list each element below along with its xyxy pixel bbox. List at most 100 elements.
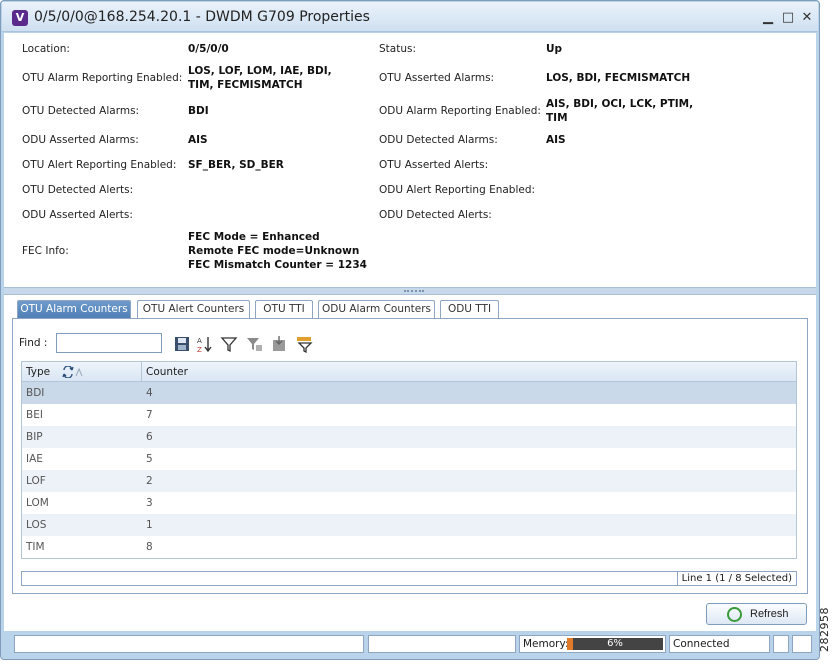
- otu-alarm-reporting-value-1: LOS, LOF, LOM, IAE, BDI,: [188, 65, 332, 77]
- cell-counter: 5: [146, 453, 153, 465]
- counters-table: Type Counter BDI 4 BEI 7 BIP 6 IAE 5 LOF 2 LOM 3 LOS…: [21, 361, 797, 559]
- otu-alarm-reporting-label: OTU Alarm Reporting Enabled:: [22, 72, 183, 84]
- cell-type: LOS: [26, 519, 47, 531]
- table-header: Type Counter: [22, 362, 796, 382]
- location-label: Location:: [22, 43, 70, 55]
- title-bar[interactable]: V 0/5/0/0@168.254.20.1 - DWDM G709 Prope…: [2, 2, 818, 32]
- otu-detected-alarms-value: BDI: [188, 105, 209, 117]
- cell-counter: 6: [146, 431, 153, 443]
- minimize-button[interactable]: ▁: [760, 10, 776, 26]
- panel-splitter[interactable]: [4, 287, 816, 295]
- cell-type: IAE: [26, 453, 43, 465]
- memory-cell: Memory: 6%: [519, 635, 666, 653]
- cell-counter: 4: [146, 387, 153, 399]
- memory-meter: 6%: [567, 638, 663, 650]
- svg-text:A: A: [197, 337, 202, 345]
- properties-window: V 0/5/0/0@168.254.20.1 - DWDM G709 Prope…: [0, 0, 820, 660]
- cell-type: TIM: [26, 541, 45, 553]
- tab-odu-tti[interactable]: ODU TTI: [440, 300, 499, 318]
- odu-asserted-alerts-label: ODU Asserted Alerts:: [22, 209, 133, 221]
- table-row[interactable]: LOM 3: [22, 492, 796, 514]
- refresh-icon: [727, 607, 742, 622]
- cell-type: BIP: [26, 431, 43, 443]
- cell-counter: 2: [146, 475, 153, 487]
- splitter-grip-icon[interactable]: [404, 290, 424, 292]
- column-filter-icon[interactable]: [295, 335, 313, 353]
- otu-alarm-reporting-value-2: TIM, FECMISMATCH: [188, 79, 303, 91]
- table-status-bar: Line 1 (1 / 8 Selected): [21, 571, 797, 586]
- status-empty-cell: [368, 635, 516, 653]
- refresh-button[interactable]: Refresh: [706, 603, 807, 625]
- filter-icon[interactable]: [220, 335, 238, 353]
- fec-info-line-2: Remote FEC mode=Unknown: [188, 245, 360, 257]
- odu-detected-alerts-label: ODU Detected Alerts:: [379, 209, 492, 221]
- cell-type: LOM: [26, 497, 49, 509]
- save-icon[interactable]: [173, 335, 191, 353]
- cell-type: LOF: [26, 475, 46, 487]
- table-row[interactable]: IAE 5: [22, 448, 796, 470]
- otu-detected-alarms-label: OTU Detected Alarms:: [22, 105, 140, 117]
- otu-asserted-alerts-label: OTU Asserted Alerts:: [379, 159, 489, 171]
- odu-alarm-reporting-value-1: AIS, BDI, OCI, LCK, PTIM,: [546, 98, 694, 110]
- connection-status: Connected: [669, 635, 770, 653]
- otu-asserted-alarms-label: OTU Asserted Alarms:: [379, 72, 495, 84]
- app-icon: V: [12, 10, 28, 26]
- find-label: Find :: [19, 337, 48, 349]
- column-header-type[interactable]: Type: [26, 366, 50, 378]
- tab-otu-alarm-counters[interactable]: OTU Alarm Counters: [17, 300, 131, 318]
- close-button[interactable]: ✕: [799, 10, 815, 26]
- tab-panel: Find : AZ Type Counter BDI 4 BEI 7 BIP 6…: [12, 318, 808, 594]
- status-value: Up: [546, 43, 563, 55]
- table-row[interactable]: BDI 4: [22, 382, 796, 404]
- table-row[interactable]: LOF 2: [22, 470, 796, 492]
- counters-panel: OTU Alarm Counters OTU Alert Counters OT…: [4, 295, 816, 631]
- odu-asserted-alarms-label: ODU Asserted Alarms:: [22, 134, 139, 146]
- svg-text:Z: Z: [197, 346, 202, 353]
- window-title: 0/5/0/0@168.254.20.1 - DWDM G709 Propert…: [34, 9, 370, 25]
- cell-type: BDI: [26, 387, 45, 399]
- odu-alarm-reporting-value-2: TIM: [546, 112, 568, 124]
- status-label: Status:: [379, 43, 416, 55]
- cell-counter: 3: [146, 497, 153, 509]
- odu-asserted-alarms-value: AIS: [188, 134, 208, 146]
- cell-counter: 7: [146, 409, 153, 421]
- maximize-button[interactable]: □: [780, 10, 796, 26]
- selection-status: Line 1 (1 / 8 Selected): [676, 572, 796, 585]
- status-indicator-cell: [773, 635, 789, 653]
- refresh-label: Refresh: [750, 608, 789, 620]
- clear-filter-icon[interactable]: [245, 335, 263, 353]
- otu-asserted-alarms-value: LOS, BDI, FECMISMATCH: [546, 72, 691, 84]
- sort-toggle-icon[interactable]: [62, 366, 84, 378]
- odu-detected-alarms-value: AIS: [546, 134, 566, 146]
- otu-detected-alerts-label: OTU Detected Alerts:: [22, 184, 134, 196]
- status-message-cell: [14, 635, 364, 653]
- status-bar: Memory: 6% Connected: [4, 633, 816, 655]
- memory-percent: 6%: [607, 638, 623, 649]
- export-icon[interactable]: [270, 335, 288, 353]
- odu-alert-reporting-label: ODU Alert Reporting Enabled:: [379, 184, 536, 196]
- odu-detected-alarms-label: ODU Detected Alarms:: [379, 134, 498, 146]
- odu-alarm-reporting-label: ODU Alarm Reporting Enabled:: [379, 105, 541, 117]
- tab-otu-tti[interactable]: OTU TTI: [255, 300, 313, 318]
- tab-odu-alarm-counters[interactable]: ODU Alarm Counters: [318, 300, 435, 318]
- table-row[interactable]: BEI 7: [22, 404, 796, 426]
- column-divider[interactable]: [141, 362, 142, 382]
- figure-id: 282958: [818, 607, 831, 652]
- column-header-counter[interactable]: Counter: [146, 366, 188, 378]
- sort-icon[interactable]: AZ: [196, 335, 214, 353]
- table-row[interactable]: BIP 6: [22, 426, 796, 448]
- fec-info-label: FEC Info:: [22, 245, 69, 257]
- table-row[interactable]: LOS 1: [22, 514, 796, 536]
- tab-otu-alert-counters[interactable]: OTU Alert Counters: [137, 300, 250, 318]
- cell-counter: 1: [146, 519, 153, 531]
- table-row[interactable]: TIM 8: [22, 536, 796, 558]
- status-indicator-cell-2: [792, 635, 812, 653]
- properties-panel: Location: 0/5/0/0 OTU Alarm Reporting En…: [4, 33, 816, 287]
- find-input[interactable]: [56, 333, 162, 353]
- fec-info-line-1: FEC Mode = Enhanced: [188, 231, 320, 243]
- otu-alert-reporting-label: OTU Alert Reporting Enabled:: [22, 159, 177, 171]
- cell-type: BEI: [26, 409, 43, 421]
- otu-alert-reporting-value: SF_BER, SD_BER: [188, 159, 284, 171]
- memory-label: Memory:: [523, 638, 569, 650]
- fec-info-line-3: FEC Mismatch Counter = 1234: [188, 259, 367, 271]
